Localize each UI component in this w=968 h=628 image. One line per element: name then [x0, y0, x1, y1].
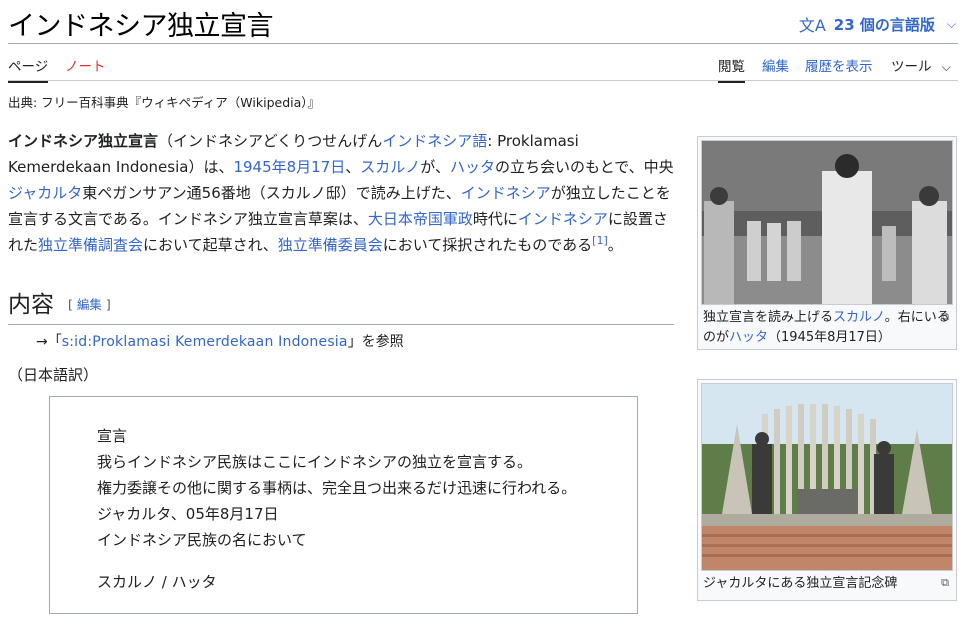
thumbnail-caption: ジャカルタにある独立宣言記念碑 ⧉	[701, 571, 953, 594]
declaration-line: 宣言	[97, 427, 128, 445]
hatnote: →「s:id:Proklamasi Kemerdekaan Indonesia」…	[36, 331, 404, 351]
enlarge-icon[interactable]: ⧉	[941, 307, 949, 327]
declaration-line: 我らインドネシア民族はここにインドネシアの独立を宣言する。	[97, 453, 533, 471]
site-subtitle: 出典: フリー百科事典『ウィキペディア（Wikipedia）』	[8, 95, 321, 110]
enlarge-icon[interactable]: ⧉	[941, 573, 949, 593]
thumbnail-proclamation: 独立宣言を読み上げるスカルノ。右にいるのがハッタ（1945年8月17日） ⧉	[697, 136, 957, 350]
tab-edit[interactable]: 編集	[762, 55, 789, 75]
section-heading: 内容 [ 編集 ]	[8, 285, 674, 325]
translation-label: （日本語訳）	[8, 366, 99, 384]
wikisource-link[interactable]: s:id:Proklamasi Kemerdekaan Indonesia	[62, 334, 348, 350]
lead-text: の立ち会いのもとで、中央	[495, 158, 674, 176]
lead-text: :	[487, 132, 498, 150]
bracket: ]	[105, 297, 111, 312]
title-row: インドネシア独立宣言 文A 23 個の言語版 ⌵	[8, 0, 958, 44]
caption-link-soekarno[interactable]: スカルノ	[833, 310, 885, 325]
wiki-page: インドネシア独立宣言 文A 23 個の言語版 ⌵ ページ ノート 閲覧 編集 履…	[0, 0, 968, 628]
lead-text: ）は、	[188, 158, 234, 176]
tab-page[interactable]: ページ	[8, 55, 49, 83]
section-edit-link[interactable]: 編集	[77, 297, 102, 312]
declaration-line: 権力委譲その他に関する事柄は、完全且つ出来るだけ迅速に行われる。	[97, 479, 577, 497]
lead-text: において起草され、	[143, 236, 278, 254]
link-ppki[interactable]: 独立準備委員会	[278, 236, 383, 254]
link-japanese-military-administration[interactable]: 大日本帝国軍政	[368, 210, 473, 228]
reference-link[interactable]: [1]	[592, 234, 608, 247]
link-hatta[interactable]: ハッタ	[450, 158, 495, 176]
monument-photo-drawing	[702, 384, 952, 570]
link-date[interactable]: 1945年8月17日	[233, 158, 345, 176]
declaration-line: インドネシア民族の名において	[97, 531, 307, 549]
caption-link-hatta[interactable]: ハッタ	[729, 330, 768, 345]
tab-talk[interactable]: ノート	[65, 55, 106, 75]
tools-label: ツール	[891, 59, 932, 75]
proclamation-photo[interactable]	[701, 140, 953, 305]
hatnote-text: →「	[36, 334, 62, 350]
declaration-line: ジャカルタ、05年8月17日	[97, 505, 279, 523]
section-title: 内容	[8, 292, 54, 318]
tab-row: ページ ノート 閲覧 編集 履歴を表示 ツール ⌵	[8, 44, 958, 83]
lead-text: 東ペガンサアン通56番地（スカルノ邸）で読み上げた、	[82, 184, 461, 202]
caption-text: （1945年8月17日）	[768, 330, 891, 345]
page-title: インドネシア独立宣言	[8, 11, 274, 42]
link-indonesia[interactable]: インドネシア	[518, 210, 608, 228]
lead-text: 、	[345, 158, 361, 176]
proclamation-photo-drawing	[702, 141, 952, 304]
link-indonesian-language[interactable]: インドネシア語	[382, 132, 487, 150]
tab-history[interactable]: 履歴を表示	[805, 55, 873, 75]
lead-text: において採択されたものである	[382, 236, 593, 254]
lead-text: 時代に	[472, 210, 518, 228]
declaration-box: 宣言 我らインドネシア民族はここにインドネシアの独立を宣言する。 権力委譲その他…	[49, 396, 638, 614]
article-content: インドネシア独立宣言（インドネシアどくりつせんげんインドネシア語: Prokla…	[8, 124, 676, 258]
thumbnail-caption: 独立宣言を読み上げるスカルノ。右にいるのがハッタ（1945年8月17日） ⧉	[701, 305, 953, 348]
caption-text: ジャカルタにある独立宣言記念碑	[703, 576, 898, 591]
hatnote-text: 」を参照	[347, 334, 404, 350]
lead-paragraph: インドネシア独立宣言（インドネシアどくりつせんげんインドネシア語: Prokla…	[8, 128, 676, 258]
tab-tools[interactable]: ツール ⌵	[891, 55, 951, 75]
thumbnail-monument: ジャカルタにある独立宣言記念碑 ⧉	[697, 379, 957, 601]
lead-text: が、	[420, 158, 450, 176]
section-edit: [ 編集 ]	[68, 297, 111, 312]
lead-term: インドネシア独立宣言	[8, 132, 159, 150]
lead-text: （インドネシアどくりつせんげん	[158, 132, 383, 150]
language-count: 23 個の言語版	[833, 15, 935, 34]
language-button[interactable]: 文A 23 個の言語版 ⌵	[799, 12, 956, 36]
link-bpupki[interactable]: 独立準備調査会	[38, 236, 143, 254]
link-soekarno[interactable]: スカルノ	[360, 158, 420, 176]
link-indonesia[interactable]: インドネシア	[461, 184, 551, 202]
caption-text: 独立宣言を読み上げる	[703, 310, 834, 325]
monument-photo[interactable]	[701, 383, 953, 571]
declaration-signature: スカルノ / ハッタ	[97, 573, 217, 591]
bracket: [	[68, 297, 73, 312]
chevron-down-icon: ⌵	[941, 60, 951, 74]
translate-icon: 文A	[798, 16, 826, 35]
tab-read[interactable]: 閲覧	[718, 55, 745, 83]
chevron-down-icon: ⌵	[946, 16, 956, 31]
link-jakarta[interactable]: ジャカルタ	[8, 184, 82, 202]
lead-text: 。	[607, 236, 623, 254]
